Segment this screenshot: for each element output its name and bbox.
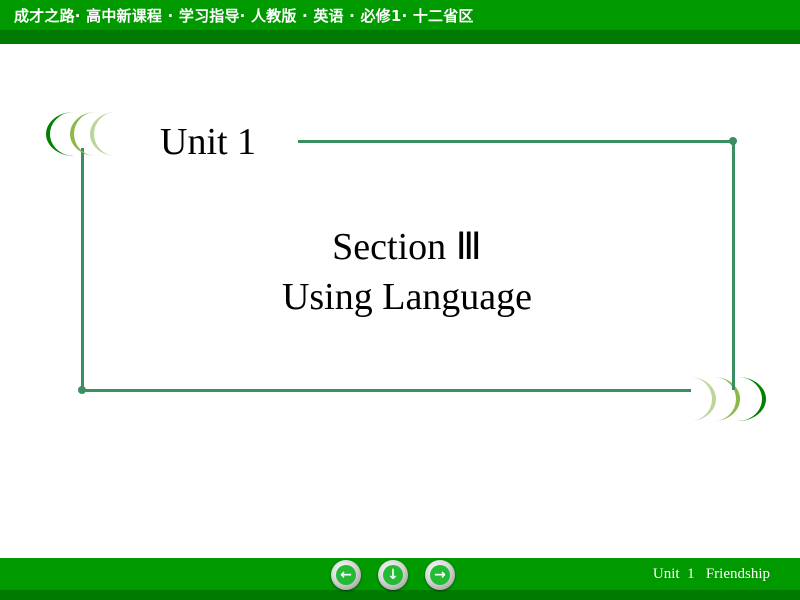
crescent-light-icon <box>690 377 716 421</box>
arrow-left-icon: ← <box>336 565 356 585</box>
arrow-right-icon: → <box>430 565 450 585</box>
next-slide-button[interactable]: → <box>425 560 455 590</box>
frame-corner-dot-bottom-left <box>78 386 86 394</box>
section-subtitle: Using Language <box>281 276 533 318</box>
frame-corner-dot-top-right <box>729 137 737 145</box>
frame-bottom-line <box>81 389 691 392</box>
frame-top-line <box>298 140 734 143</box>
arrow-down-icon: ↓ <box>383 565 403 585</box>
crescent-mid-icon <box>714 377 740 421</box>
frame-right-line-overlay <box>732 375 735 390</box>
home-slide-button[interactable]: ↓ <box>378 560 408 590</box>
crescent-dark-icon <box>738 377 766 421</box>
unit-title: Unit 1 <box>160 121 257 163</box>
footer-stripe <box>0 590 800 600</box>
crescent-dark-icon <box>46 112 74 156</box>
crescent-decoration-right <box>690 377 766 421</box>
section-heading: Section Ⅲ Using Language <box>0 222 800 322</box>
prev-slide-button[interactable]: ← <box>331 560 361 590</box>
header-stripe <box>0 30 800 44</box>
header-title: 成才之路· 高中新课程 · 学习指导· 人教版 · 英语 · 必修1· 十二省区 <box>14 7 474 25</box>
footer-unit-label: Unit 1 Friendship <box>652 566 770 582</box>
crescent-light-icon <box>90 112 116 156</box>
crescent-decoration-left <box>46 112 116 156</box>
section-label: Section Ⅲ <box>332 226 482 268</box>
